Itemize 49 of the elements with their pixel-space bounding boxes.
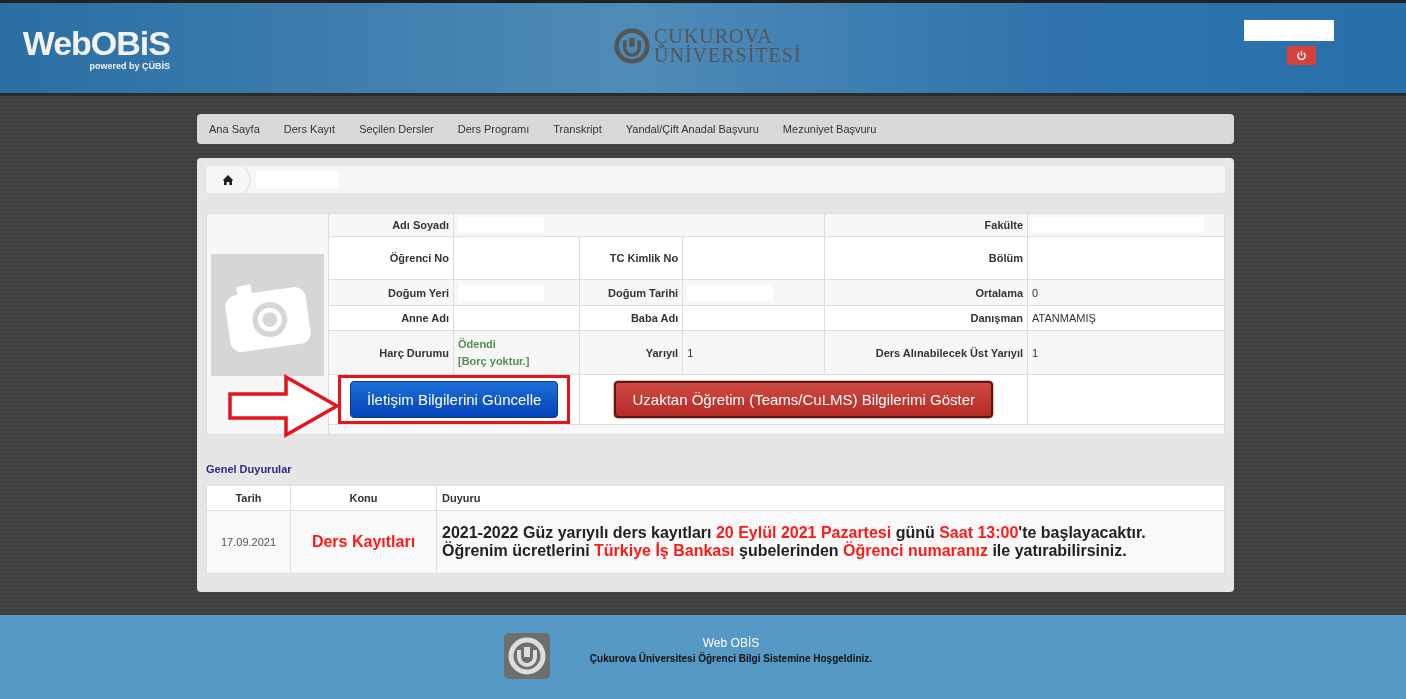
- update-contact-button[interactable]: İletişim Bilgilerini Güncelle: [350, 381, 559, 418]
- table-cell: 17.09.2021: [206, 510, 291, 574]
- table-cell: Ders Kayıtları: [290, 510, 437, 574]
- debt-status: [Borç yoktur.]: [458, 353, 531, 369]
- nav-link[interactable]: Mezuniyet Başvuru: [782, 123, 877, 135]
- field-label: TC Kimlik No: [579, 236, 683, 280]
- footer-title: Web OBİS: [702, 636, 760, 650]
- logout-button[interactable]: [1286, 46, 1316, 65]
- power-icon: [1295, 50, 1307, 61]
- field-value: 0: [1032, 286, 1039, 299]
- field-label: Anne Adı: [328, 305, 454, 331]
- field-label: Harç Durumu: [328, 330, 454, 375]
- field-label: Baba Adı: [579, 305, 683, 331]
- footer-subtitle: Çukurova Üniversitesi Öğrenci Bilgi Sistemine Hoşgeldiniz.: [589, 653, 873, 664]
- nav-link[interactable]: Ders Kayıt: [283, 123, 336, 135]
- nav-link[interactable]: Transkript: [553, 123, 602, 135]
- logo-tagline: powered by ÇÜBİS: [89, 61, 170, 71]
- nav-link[interactable]: Ders Programı: [457, 123, 530, 135]
- field-label: Ders Alınabilecek Üst Yarıyıl: [824, 330, 1028, 375]
- column-header: Duyuru: [436, 485, 1225, 511]
- column-header: Konu: [290, 485, 437, 511]
- field-label: Adı Soyadı: [328, 213, 454, 237]
- nav-link[interactable]: Ana Sayfa: [209, 123, 260, 135]
- announcement-text: 2021-2022 Güz yarıyılı ders kayıtları 20 Eylül 2021 Pazartesi günü Saat 13:00'te başlayacaktır.: [442, 524, 1147, 542]
- field-label: Ortalama: [824, 279, 1028, 306]
- field-label: Doğum Yeri: [328, 279, 454, 306]
- nav-link[interactable]: Yandal/Çift Anadal Başvuru: [625, 123, 759, 135]
- field-value: 1: [1032, 346, 1039, 359]
- field-value: ATANMAMIŞ: [1032, 312, 1096, 324]
- university-name: ÇUKUROVA: [654, 27, 773, 46]
- breadcrumb-separator-icon: [244, 165, 252, 194]
- webobis-logo: WebOBiS: [22, 25, 170, 61]
- field-label: Danışman: [824, 305, 1028, 331]
- fee-status: Ödendi: [458, 336, 497, 352]
- university-emblem-icon: [614, 28, 650, 64]
- field-label: Öğrenci No: [328, 236, 454, 280]
- university-emblem-icon: [503, 633, 550, 679]
- field-label: Fakülte: [824, 213, 1028, 237]
- column-header: Tarih: [206, 485, 291, 511]
- home-icon[interactable]: [222, 173, 234, 186]
- university-name: ÜNİVERSİTESİ: [654, 46, 802, 65]
- field-value: 1: [687, 346, 694, 359]
- section-title: Genel Duyurular: [206, 463, 293, 475]
- field-label: Bölüm: [824, 236, 1028, 280]
- remote-learning-button[interactable]: Uzaktan Öğretim (Teams/CuLMS) Bilgilerimi Göster: [614, 381, 994, 418]
- field-label: Doğum Tarihi: [579, 279, 683, 306]
- nav-link[interactable]: Seçilen Dersler: [359, 123, 434, 135]
- field-label: Yarıyıl: [579, 330, 683, 375]
- announcement-text: Öğrenim ücretlerini Türkiye İş Bankası şubelerinden Öğrenci numaranız ile yatırabilirsiniz.: [442, 542, 1128, 560]
